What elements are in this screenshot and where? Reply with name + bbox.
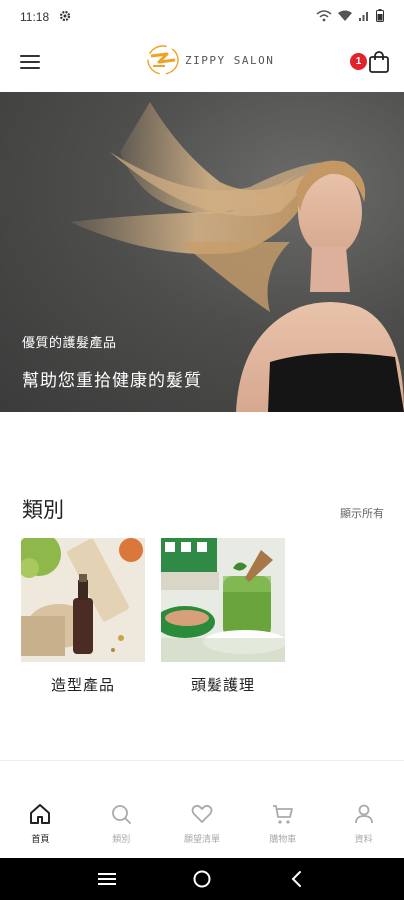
nav-label: 願望清單 xyxy=(183,835,220,845)
nav-item-profile[interactable]: 資料 xyxy=(323,792,404,856)
search-icon xyxy=(112,805,132,824)
back-button[interactable] xyxy=(285,867,309,891)
cart-count-badge: 1 xyxy=(350,53,367,70)
hero-model-image xyxy=(70,102,404,412)
profile-icon xyxy=(354,804,373,824)
battery-icon xyxy=(376,9,384,25)
hero-subtitle: 優質的護髮產品 xyxy=(22,336,117,351)
gear-icon xyxy=(59,10,71,25)
home-button[interactable] xyxy=(190,867,214,891)
nav-label: 資料 xyxy=(354,835,373,845)
menu-icon[interactable] xyxy=(20,55,40,69)
recents-icon xyxy=(98,873,117,885)
nav-item-home[interactable]: 首頁 xyxy=(0,792,81,856)
styling-products-image xyxy=(21,538,145,662)
hero-title: 幫助您重拾健康的髮質 xyxy=(22,371,202,391)
categories-header: 類別 顯示所有 xyxy=(22,494,384,524)
status-time: 11:18 xyxy=(20,10,50,24)
recents-button[interactable] xyxy=(95,867,119,891)
bottom-nav: 首頁 類別 願望清單 購物車 資料 xyxy=(0,792,404,856)
system-nav-bar xyxy=(0,858,404,900)
hair-care-image xyxy=(161,538,285,662)
nav-label: 類別 xyxy=(112,835,131,845)
nav-label: 購物車 xyxy=(269,835,297,845)
brand-name: ZIPPY SALON xyxy=(185,53,275,67)
cart-icon xyxy=(272,805,293,824)
nav-item-categories[interactable]: 類別 xyxy=(81,792,162,856)
heart-icon xyxy=(191,804,213,823)
brand-logo: ZIPPY SALON xyxy=(145,42,274,78)
category-label: 造型產品 xyxy=(50,676,115,694)
app-header: ZIPPY SALON 1 xyxy=(0,34,404,90)
status-bar: 11:18 xyxy=(0,0,404,34)
nav-item-cart[interactable]: 購物車 xyxy=(242,792,323,856)
category-card-hair-care[interactable]: 頭髮護理 xyxy=(161,538,285,695)
show-all-link[interactable]: 顯示所有 xyxy=(340,505,384,521)
signal-icon xyxy=(358,10,370,25)
home-circle-icon xyxy=(193,870,211,888)
categories-title: 類別 xyxy=(22,498,64,522)
hero-banner[interactable]: 優質的護髮產品 幫助您重拾健康的髮質 xyxy=(0,92,404,412)
wifi-icon xyxy=(338,10,352,25)
nav-label: 首頁 xyxy=(31,835,50,845)
nav-item-wishlist[interactable]: 願望清單 xyxy=(162,792,243,856)
back-icon xyxy=(291,871,301,887)
home-icon xyxy=(30,804,51,824)
divider xyxy=(0,760,404,761)
category-card-styling[interactable]: 造型產品 xyxy=(21,538,145,695)
wifi-calling-icon xyxy=(316,9,332,25)
category-label: 頭髮護理 xyxy=(190,676,255,694)
header-cart-button[interactable]: 1 xyxy=(350,50,390,76)
logo-mark-icon xyxy=(147,45,179,75)
shopping-bag-icon xyxy=(369,51,389,73)
